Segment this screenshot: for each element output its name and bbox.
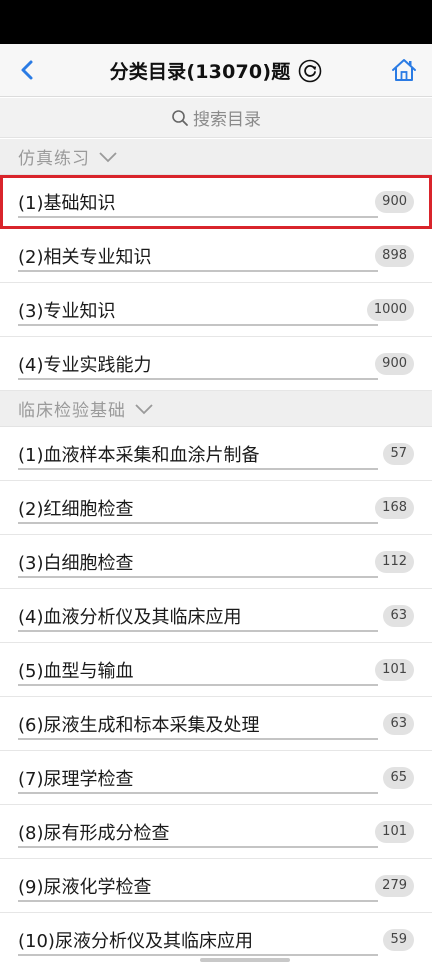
progress-underline (18, 684, 378, 686)
list-item-label: (2)相关专业知识 (18, 247, 152, 268)
list-item-label: (5)血型与输血 (18, 661, 134, 682)
list-item[interactable]: (5)血型与输血 101 (0, 643, 432, 697)
list-item[interactable]: (9)尿液化学检查 279 (0, 859, 432, 913)
chevron-left-icon (21, 60, 33, 80)
page-title: 分类目录(13070)题 (109, 61, 291, 83)
list-item-label: (4)血液分析仪及其临床应用 (18, 607, 242, 628)
progress-underline (18, 378, 378, 380)
list-item[interactable]: (4)专业实践能力 900 (0, 337, 432, 391)
section-header[interactable]: 临床检验基础 (0, 391, 432, 427)
list-item[interactable]: (1)基础知识 900 (0, 175, 432, 229)
list-item[interactable]: (7)尿理学检查 65 (0, 751, 432, 805)
back-button[interactable] (14, 56, 42, 84)
section-title: 仿真练习 (18, 149, 90, 169)
count-badge: 63 (383, 713, 414, 735)
count-badge: 898 (375, 245, 414, 267)
count-badge: 101 (375, 659, 414, 681)
progress-underline (18, 900, 378, 902)
count-badge: 900 (375, 353, 414, 375)
list-item-label: (8)尿有形成分检查 (18, 823, 170, 844)
status-bar (0, 0, 432, 44)
list-item[interactable]: (2)红细胞检查 168 (0, 481, 432, 535)
chevron-down-icon (135, 403, 153, 414)
refresh-icon[interactable] (298, 59, 322, 83)
progress-underline (18, 468, 378, 470)
count-badge: 57 (383, 443, 414, 465)
home-button[interactable] (390, 56, 418, 84)
progress-underline (18, 270, 378, 272)
count-badge: 65 (383, 767, 414, 789)
list-item-label: (6)尿液生成和标本采集及处理 (18, 715, 260, 736)
section-title: 临床检验基础 (18, 401, 126, 421)
list-item-label: (1)血液样本采集和血涂片制备 (18, 445, 260, 466)
list-item-label: (9)尿液化学检查 (18, 877, 152, 898)
progress-underline (18, 846, 378, 848)
catalog-list: 仿真练习 (1)基础知识 900 (2)相关专业知识 898 (3)专业知识 1… (0, 139, 432, 964)
list-item[interactable]: (6)尿液生成和标本采集及处理 63 (0, 697, 432, 751)
scroll-indicator[interactable] (200, 958, 290, 962)
count-badge: 900 (375, 191, 414, 213)
count-badge: 101 (375, 821, 414, 843)
count-badge: 279 (375, 875, 414, 897)
list-item-label: (3)白细胞检查 (18, 553, 134, 574)
count-badge: 1000 (366, 299, 414, 321)
home-icon (392, 59, 416, 81)
section-header[interactable]: 仿真练习 (0, 139, 432, 175)
list-item[interactable]: (3)专业知识 1000 (0, 283, 432, 337)
progress-underline (18, 792, 378, 794)
progress-underline (18, 324, 378, 326)
chevron-down-icon (99, 151, 117, 162)
progress-underline (18, 216, 378, 218)
progress-underline (18, 954, 378, 956)
count-badge: 112 (375, 551, 414, 573)
progress-underline (18, 738, 378, 740)
search-placeholder: 搜索目录 (193, 110, 261, 130)
progress-underline (18, 522, 378, 524)
list-item[interactable]: (1)血液样本采集和血涂片制备 57 (0, 427, 432, 481)
list-item[interactable]: (8)尿有形成分检查 101 (0, 805, 432, 859)
list-item-label: (10)尿液分析仪及其临床应用 (18, 931, 253, 952)
search-icon (172, 109, 188, 126)
navigation-bar: 分类目录(13070)题 (0, 44, 432, 97)
list-item[interactable]: (2)相关专业知识 898 (0, 229, 432, 283)
count-badge: 168 (375, 497, 414, 519)
list-item-label: (1)基础知识 (18, 193, 116, 214)
progress-underline (18, 576, 378, 578)
list-item[interactable]: (10)尿液分析仪及其临床应用 59 (0, 913, 432, 964)
list-item[interactable]: (3)白细胞检查 112 (0, 535, 432, 589)
title-container: 分类目录(13070)题 (0, 44, 432, 97)
search-bar[interactable]: 搜索目录 (0, 98, 432, 138)
list-item-label: (7)尿理学检查 (18, 769, 134, 790)
list-item[interactable]: (4)血液分析仪及其临床应用 63 (0, 589, 432, 643)
list-item-label: (4)专业实践能力 (18, 355, 152, 376)
progress-underline (18, 630, 378, 632)
list-item-label: (2)红细胞检查 (18, 499, 134, 520)
list-item-label: (3)专业知识 (18, 301, 116, 322)
count-badge: 59 (383, 929, 414, 951)
count-badge: 63 (383, 605, 414, 627)
